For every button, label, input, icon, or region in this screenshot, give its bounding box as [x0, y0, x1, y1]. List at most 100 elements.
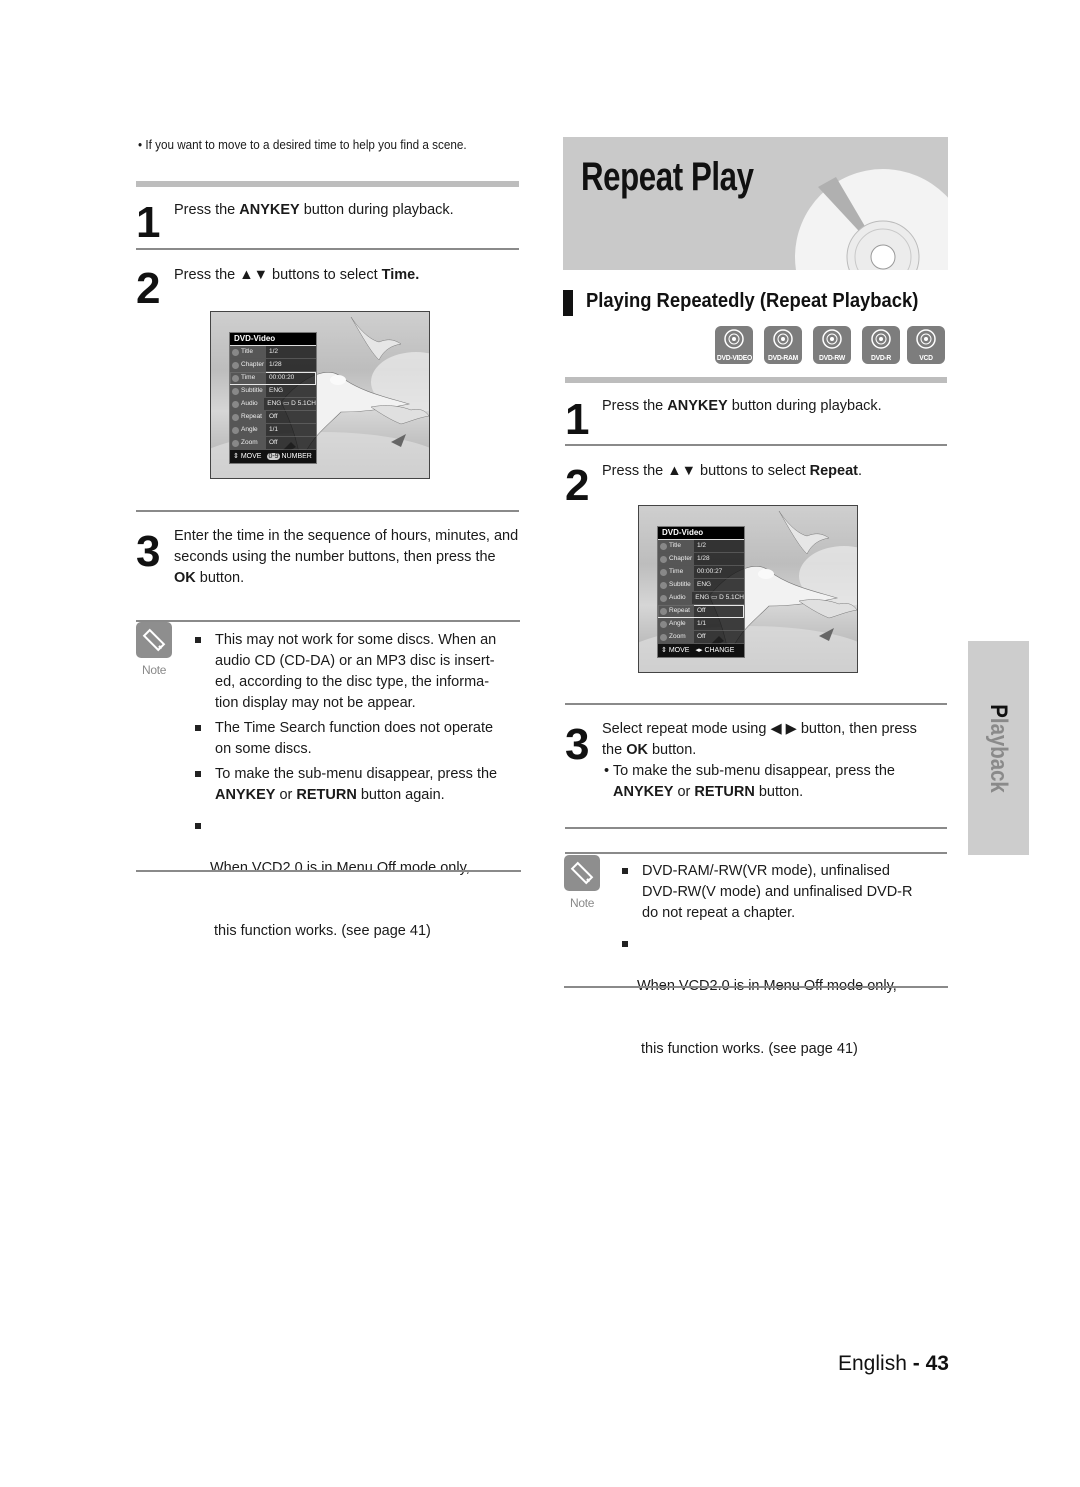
text-line: Enter the time in the sequence of hours,…: [174, 528, 519, 544]
chapter-icon: [232, 361, 239, 369]
osd-row: Time 00:00:20: [230, 372, 316, 385]
osd-screenshot-time: DVD-Video Title 1/2 Chapter 1/28 Time 00:00:2…: [210, 311, 430, 479]
osd-row-value: ENG: [697, 581, 712, 588]
osd-row: Title 1/2: [658, 540, 744, 553]
disc-badge-label: DVD-RW: [818, 353, 846, 362]
clock-icon: [660, 568, 667, 576]
osd-move-hint: ⇕ MOVE: [233, 453, 262, 460]
osd-row-value: Off: [269, 413, 278, 420]
camera-icon: [232, 426, 239, 434]
osd-row-label: Title: [658, 540, 694, 552]
clock-icon: [232, 374, 239, 382]
osd-row-label: Zoom: [658, 631, 694, 643]
step-number: 1: [136, 198, 161, 247]
osd-row-value: Off: [697, 607, 706, 614]
step-number: 3: [565, 720, 590, 769]
speaker-icon: [660, 594, 667, 602]
osd-header: DVD-Video: [658, 527, 744, 540]
osd-row-value: 1/2: [697, 542, 707, 549]
disc-icon: [822, 329, 842, 349]
language-label: English: [838, 1352, 907, 1375]
zoom-icon: [660, 633, 667, 641]
osd-row-label: Angle: [230, 424, 266, 436]
step-text: Select repeat mode using ◀ ▶ button, the…: [602, 721, 917, 800]
step-number: 2: [136, 264, 161, 313]
osd-row-value: Off: [697, 633, 706, 640]
osd-row-label: Audio: [658, 592, 693, 604]
repeat-icon: [660, 607, 667, 615]
step-divider: [136, 620, 520, 622]
subtitle-icon: [232, 387, 239, 395]
osd-action-hint: 0-9 NUMBER: [267, 453, 312, 460]
note-label: Note: [570, 896, 595, 910]
osd-menu: DVD-Video Title 1/2 Chapter 1/28 Time 00:00:2…: [657, 526, 745, 658]
menu-item-name: Time.: [381, 267, 420, 283]
step-text: Enter the time in the sequence of hours,…: [174, 526, 518, 589]
osd-row-value: 00:00:27: [697, 568, 723, 575]
osd-header: DVD-Video: [230, 333, 316, 346]
disc-badge-dvd-video: DVD-VIDEO: [715, 326, 753, 364]
disc-badge-label: DVD-VIDEO: [716, 353, 752, 362]
osd-menu: DVD-Video Title 1/2 Chapter 1/28 Time 00:00:2…: [229, 332, 317, 464]
osd-row: Subtitle ENG: [230, 385, 316, 398]
bullet-square: [195, 637, 201, 643]
disc-badge-dvd-rw: DVD-RW: [813, 326, 851, 364]
step-divider: [136, 248, 519, 250]
osd-row-label: Repeat: [658, 605, 694, 617]
osd-row-label: Time: [230, 372, 266, 384]
step-divider: [565, 444, 947, 446]
disc-badge-label: DVD-R: [870, 353, 892, 362]
bullet-square: [195, 771, 201, 777]
bullet-square: [622, 941, 628, 947]
disc-icon: [724, 329, 744, 349]
note-item: When VCD2.0 is in Menu Off mode only, th…: [195, 816, 525, 984]
disc-badge-label: VCD: [919, 353, 933, 362]
step-text: Press the ▲▼ buttons to select Repeat.: [602, 463, 863, 479]
osd-row: Audio ENG ▭ D 5.1CH: [230, 398, 316, 411]
bullet-square: [195, 725, 201, 731]
section-title: Playing Repeatedly (Repeat Playback): [586, 290, 919, 312]
section-marker: [563, 290, 573, 316]
osd-row-label: Repeat: [230, 411, 266, 423]
section-divider: [565, 377, 947, 383]
up-down-icon: ⇕: [233, 453, 239, 460]
step-text: Press the ▲▼ buttons to select Time.: [174, 265, 419, 286]
step-divider: [565, 703, 947, 705]
osd-footer: ⇕ MOVE 0-9 NUMBER: [230, 450, 316, 463]
osd-row-value: 1/1: [269, 426, 279, 433]
osd-row: Subtitle ENG: [658, 579, 744, 592]
osd-row-label: Zoom: [230, 437, 266, 449]
osd-row: Chapter 1/28: [658, 553, 744, 566]
osd-row-label: Subtitle: [230, 385, 266, 397]
osd-move-hint: ⇕ MOVE: [661, 647, 690, 654]
osd-row-value: 1/28: [697, 555, 710, 562]
text: Press the ▲▼ buttons to select: [174, 267, 382, 283]
subtitle-icon: [660, 581, 667, 589]
section-end-divider: [136, 870, 521, 872]
osd-row-label: Audio: [230, 398, 265, 410]
step-divider: [565, 827, 947, 829]
section-divider: [136, 181, 519, 187]
osd-row: Title 1/2: [230, 346, 316, 359]
left-right-icon: ◂▸: [695, 647, 703, 654]
osd-row: Repeat Off: [230, 411, 316, 424]
disc-badge-vcd: VCD: [907, 326, 945, 364]
osd-row-label: Title: [230, 346, 266, 358]
page-title: Repeat Play: [581, 155, 754, 199]
note-icon: [136, 622, 172, 658]
osd-row-value: 00:00:20: [269, 374, 295, 381]
title-icon: [660, 542, 667, 550]
disc-icon: [773, 329, 793, 349]
step-text: Press the ANYKEY button during playback.: [174, 200, 454, 221]
osd-row: Zoom Off: [658, 631, 744, 644]
osd-row: Angle 1/1: [230, 424, 316, 437]
intro-bullet: • If you want to move to a desired time …: [138, 137, 467, 152]
step-divider: [565, 852, 947, 854]
step-number: 3: [136, 527, 161, 576]
pencil-icon: [570, 861, 594, 885]
zoom-icon: [232, 439, 239, 447]
page-banner: Repeat Play: [563, 137, 948, 270]
note-item: To make the sub-menu disappear, press th…: [195, 764, 525, 806]
chapter-label: Playback: [985, 704, 1012, 793]
page-number: 43: [925, 1352, 949, 1375]
